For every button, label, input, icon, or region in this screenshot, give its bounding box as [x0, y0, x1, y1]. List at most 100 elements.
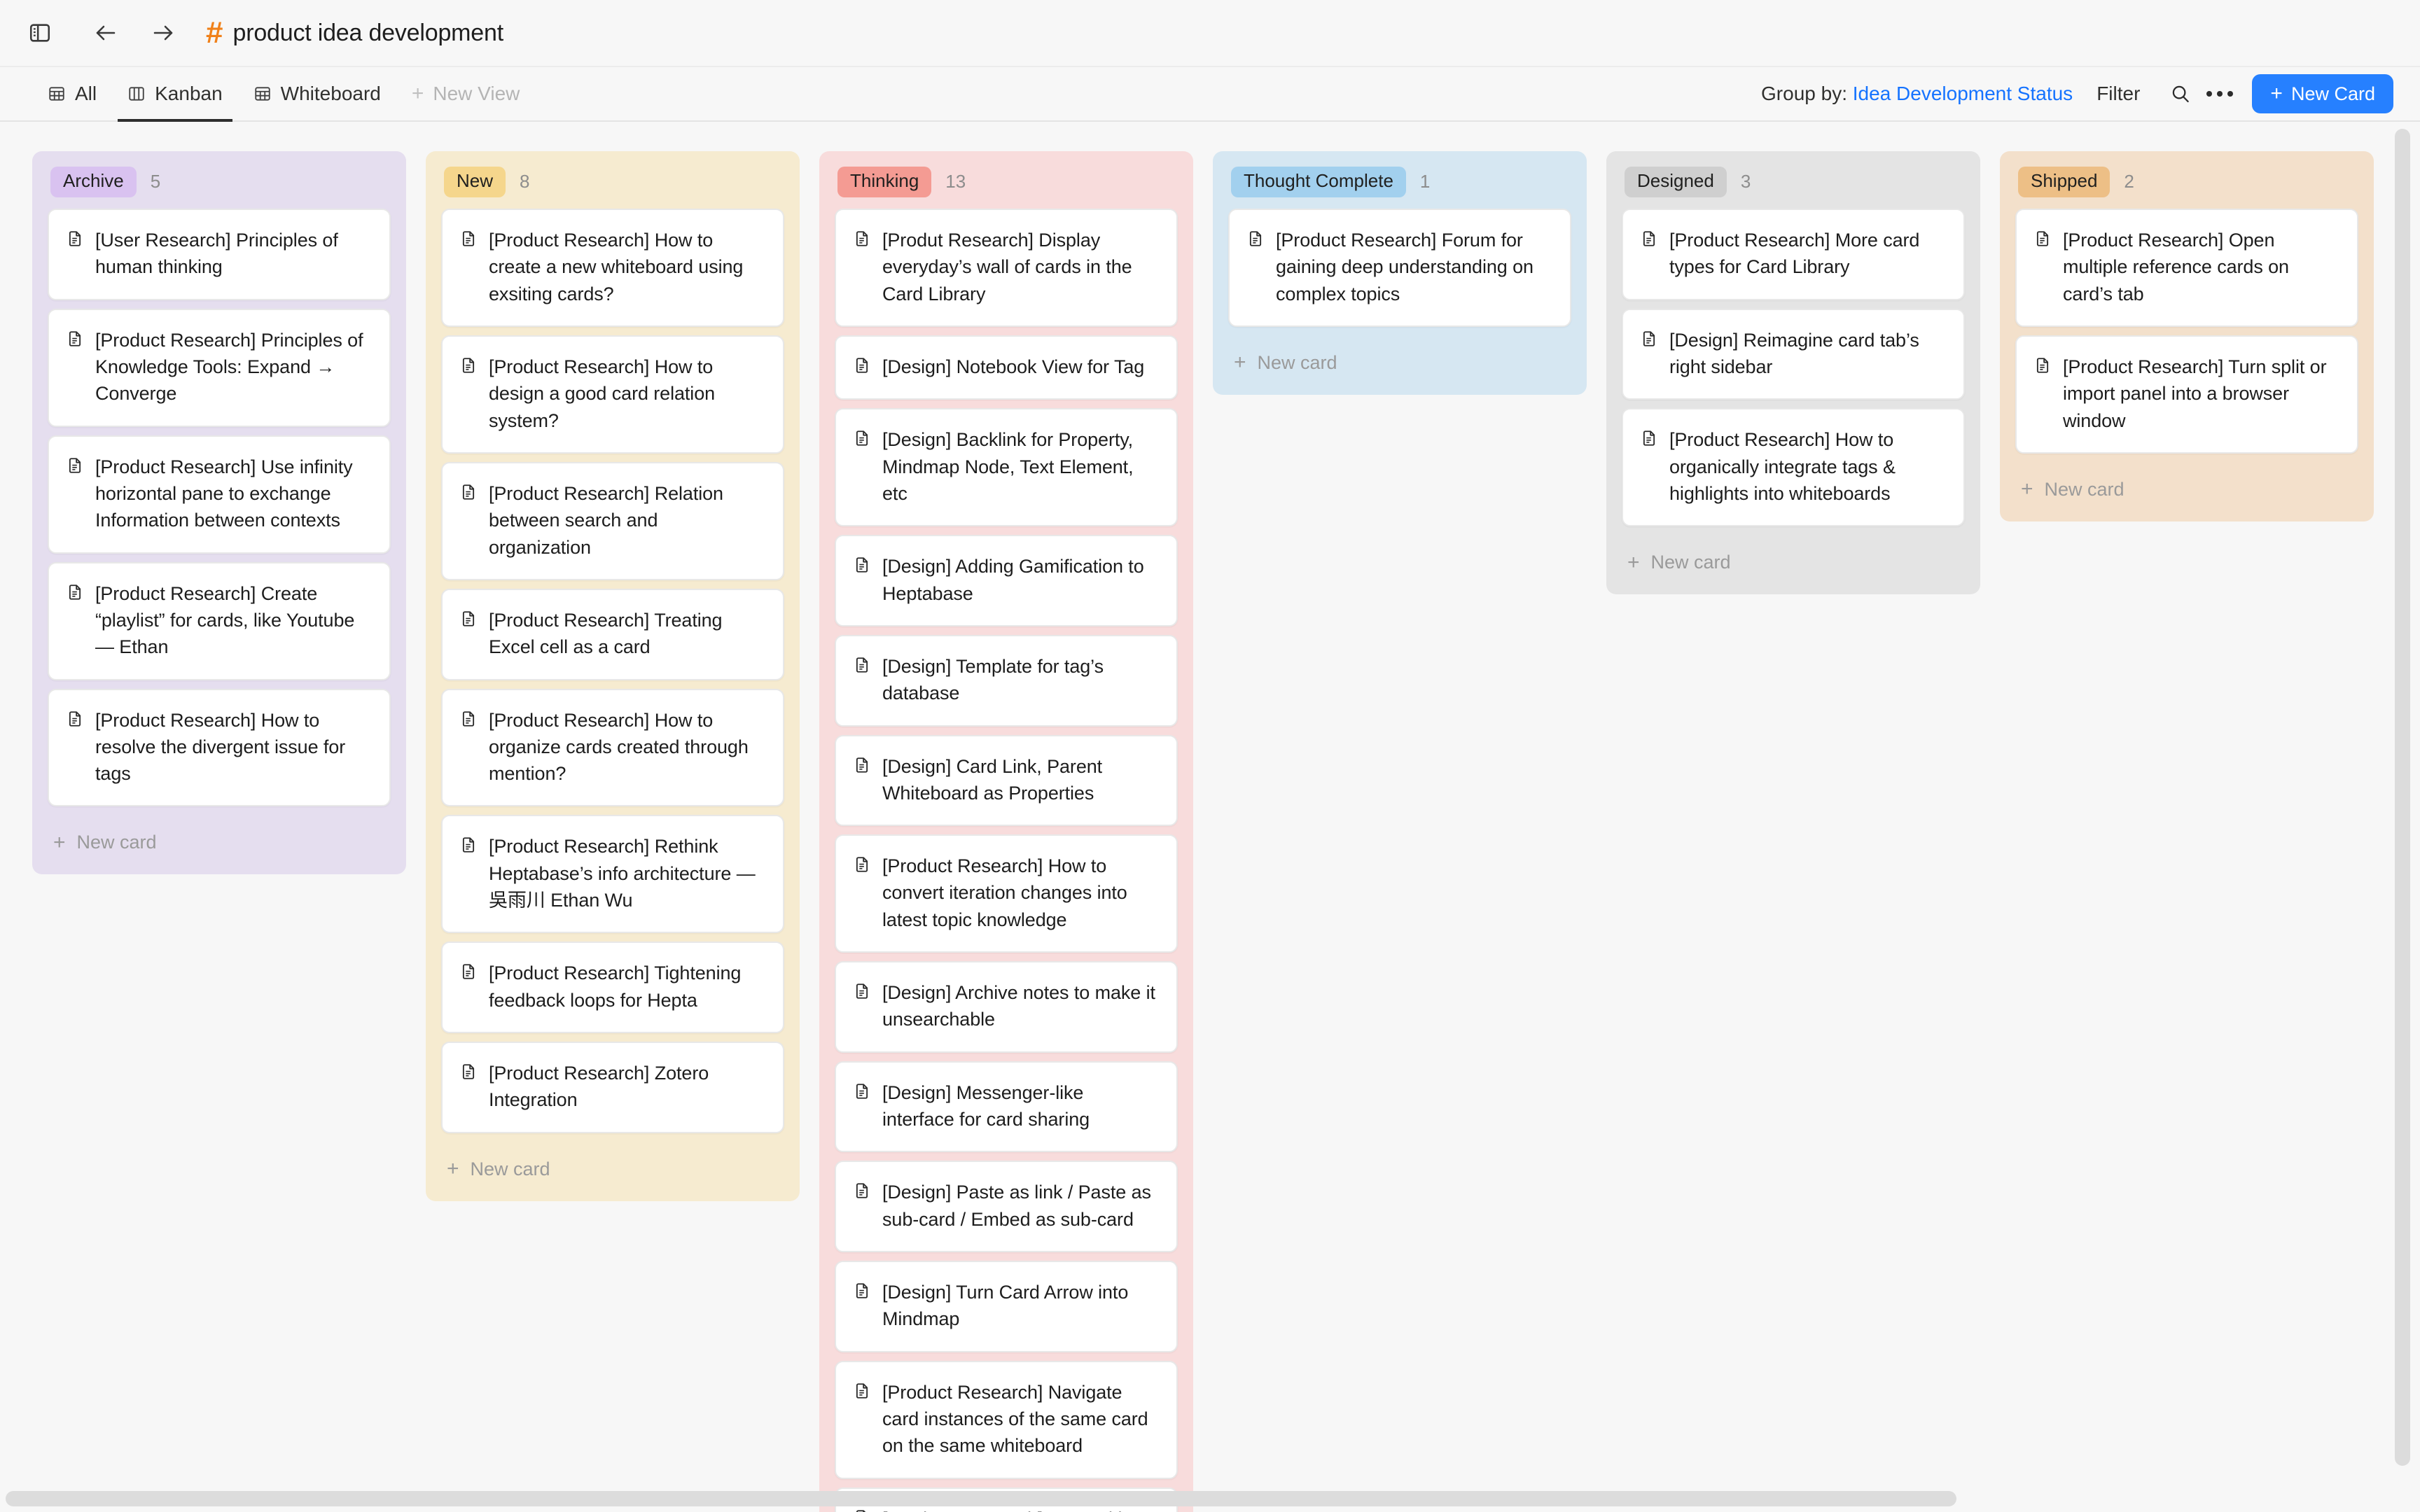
kanban-card[interactable]: [Product Research] Open multiple referen… — [2015, 208, 2358, 327]
kanban-card-title: [Product Research] Open multiple referen… — [2063, 229, 2289, 304]
new-view-button[interactable]: + New View — [396, 67, 536, 120]
document-icon — [459, 356, 478, 434]
document-icon — [853, 556, 871, 607]
back-button[interactable] — [87, 14, 125, 52]
kanban-card[interactable]: [Product Research] More card types for C… — [1622, 208, 1965, 300]
kanban-board-area: Archive 5 [User Research] Principles of hu… — [0, 122, 2420, 1512]
kanban-card[interactable]: [Design] Messenger-like interface for ca… — [835, 1060, 1178, 1153]
document-icon — [66, 230, 84, 281]
kanban-card[interactable]: [Product Research] Principles of Knowled… — [48, 308, 391, 427]
kanban-column: New 8 [Product Research] How to create a n… — [426, 151, 800, 1201]
kanban-card[interactable]: [Product Research] Zotero Integration — [441, 1042, 784, 1133]
kanban-card[interactable]: [Design] Template for tag’s database — [835, 634, 1178, 727]
kanban-card[interactable]: [Product Research] Rethink Heptabase’s i… — [441, 815, 784, 934]
kanban-card[interactable]: [Design] Turn Card Arrow into Mindmap — [835, 1261, 1178, 1352]
kanban-card[interactable]: [Product Research] Tightening feedback l… — [441, 941, 784, 1034]
document-icon — [853, 1382, 871, 1460]
breadcrumb[interactable]: # product idea development — [206, 18, 503, 48]
column-new-card-label: New card — [1257, 351, 1337, 373]
kanban-card-title: [Product Research] Navigate card instanc… — [882, 1381, 1148, 1457]
tab-all[interactable]: All — [32, 67, 112, 120]
kanban-card[interactable]: [Product Research] How to organize cards… — [441, 688, 784, 807]
group-by-label: Group by: — [1761, 83, 1847, 104]
plus-icon: + — [2021, 477, 2033, 501]
forward-button[interactable] — [144, 14, 182, 52]
kanban-card[interactable]: [User Research] Principles of human thin… — [48, 208, 391, 300]
plus-icon: + — [411, 82, 424, 105]
kanban-card[interactable]: [Design] Card Link, Parent Whiteboard as… — [835, 734, 1178, 827]
vertical-scrollbar[interactable] — [2395, 129, 2410, 1466]
tab-whiteboard-label: Whiteboard — [280, 83, 381, 104]
column-header[interactable]: New 8 — [426, 151, 800, 209]
kanban-card[interactable]: [Product Research] How to organically in… — [1622, 408, 1965, 527]
kanban-card-title: [Product Research] Forum for gaining dee… — [1276, 229, 1534, 304]
kanban-card[interactable]: [Design] Notebook View for Tag — [835, 335, 1178, 400]
kanban-card[interactable]: [Product Research] How to design a good … — [441, 335, 784, 454]
document-icon — [459, 962, 478, 1014]
kanban-card[interactable]: [Product Research] Turn split or import … — [2015, 335, 2358, 454]
kanban-column: Thought Complete 1 [Product Research] Foru… — [1213, 151, 1587, 395]
kanban-card[interactable]: [Product Research] Relation between sear… — [441, 461, 784, 580]
document-icon — [459, 610, 478, 661]
kanban-card[interactable]: [Product Research] How to convert iterat… — [835, 834, 1178, 953]
horizontal-scrollbar[interactable] — [6, 1491, 1956, 1506]
kanban-card-title: [Product Research] How to convert iterat… — [882, 855, 1127, 930]
columns-icon — [127, 85, 146, 103]
document-icon — [1640, 230, 1658, 281]
column-new-card-button[interactable]: + New card — [32, 815, 406, 874]
kanban-card[interactable]: [Design] Paste as link / Paste as sub-ca… — [835, 1161, 1178, 1253]
column-card-count: 1 — [1419, 171, 1431, 192]
column-header[interactable]: Shipped 2 — [2000, 151, 2374, 209]
sidebar-toggle-icon[interactable] — [21, 14, 59, 52]
kanban-card[interactable]: [Design] Reimagine card tab’s right side… — [1622, 308, 1965, 400]
kanban-card[interactable]: [Design] Backlink for Property, Mindmap … — [835, 408, 1178, 527]
kanban-card-title: [Product Research] How to organically in… — [1669, 429, 1896, 504]
column-header[interactable]: Designed 3 — [1606, 151, 1980, 209]
kanban-card[interactable]: [Product Research] Use infinity horizont… — [48, 435, 391, 554]
tab-whiteboard[interactable]: Whiteboard — [238, 67, 396, 120]
kanban-card-title: [Product Research] Create “playlist” for… — [95, 582, 355, 658]
kanban-card[interactable]: [Product Research] How to create a new w… — [441, 208, 784, 327]
kanban-card[interactable]: [Product Research] How to resolve the di… — [48, 688, 391, 807]
view-toolbar: All Kanban Whiteboard + New View Group b… — [0, 67, 2420, 122]
document-icon — [66, 456, 84, 534]
kanban-card[interactable]: [Design] Archive notes to make it unsear… — [835, 961, 1178, 1053]
kanban-card-title: [Product Research] Principles of Knowled… — [95, 329, 363, 405]
kanban-card[interactable]: [Product Research] Forum for gaining dee… — [1228, 208, 1571, 327]
page-title: product idea development — [232, 19, 503, 46]
more-horizontal-icon[interactable] — [2200, 74, 2239, 113]
document-icon — [853, 429, 871, 507]
kanban-card-title: [Design] Paste as link / Paste as sub-ca… — [882, 1182, 1151, 1230]
kanban-card-title: [Design] Adding Gamification to Heptabas… — [882, 556, 1144, 604]
column-new-card-button[interactable]: + New card — [1213, 335, 1587, 395]
new-view-label: New View — [433, 83, 520, 104]
kanban-card[interactable]: [Product Research] Create “playlist” for… — [48, 561, 391, 680]
column-header[interactable]: Archive 5 — [32, 151, 406, 209]
document-icon — [66, 710, 84, 788]
kanban-card[interactable]: [Design] Adding Gamification to Heptabas… — [835, 535, 1178, 626]
new-card-button[interactable]: + New Card — [2252, 74, 2393, 113]
kanban-card-title: [Product Research] Treating Excel cell a… — [489, 609, 723, 658]
group-by-value[interactable]: Idea Development Status — [1853, 83, 2073, 104]
group-by-control[interactable]: Group by: Idea Development Status — [1761, 83, 2073, 105]
filter-button[interactable]: Filter — [2096, 83, 2140, 105]
column-new-card-button[interactable]: + New card — [2000, 462, 2374, 522]
column-new-card-button[interactable]: + New card — [426, 1142, 800, 1201]
kanban-card-title: [Produt Research] Display everyday’s wal… — [882, 229, 1132, 304]
kanban-card-title: [User Research] Principles of human thin… — [95, 229, 338, 278]
document-icon — [459, 1063, 478, 1114]
tab-kanban[interactable]: Kanban — [112, 67, 238, 122]
kanban-card[interactable]: [Product Research] Treating Excel cell a… — [441, 588, 784, 680]
document-icon — [66, 583, 84, 661]
plus-icon: + — [2270, 82, 2283, 105]
search-icon[interactable] — [2161, 74, 2200, 113]
column-header[interactable]: Thought Complete 1 — [1213, 151, 1587, 209]
kanban-board: Archive 5 [User Research] Principles of hu… — [0, 122, 2420, 1512]
kanban-card-title: [Design] Backlink for Property, Mindmap … — [882, 429, 1134, 504]
column-header[interactable]: Thinking 13 — [819, 151, 1193, 209]
plus-icon: + — [53, 830, 66, 854]
kanban-card[interactable]: [Product Research] Navigate card instanc… — [835, 1360, 1178, 1479]
document-icon — [853, 1282, 871, 1333]
column-new-card-button[interactable]: + New card — [1606, 535, 1980, 594]
kanban-card[interactable]: [Produt Research] Display everyday’s wal… — [835, 208, 1178, 327]
